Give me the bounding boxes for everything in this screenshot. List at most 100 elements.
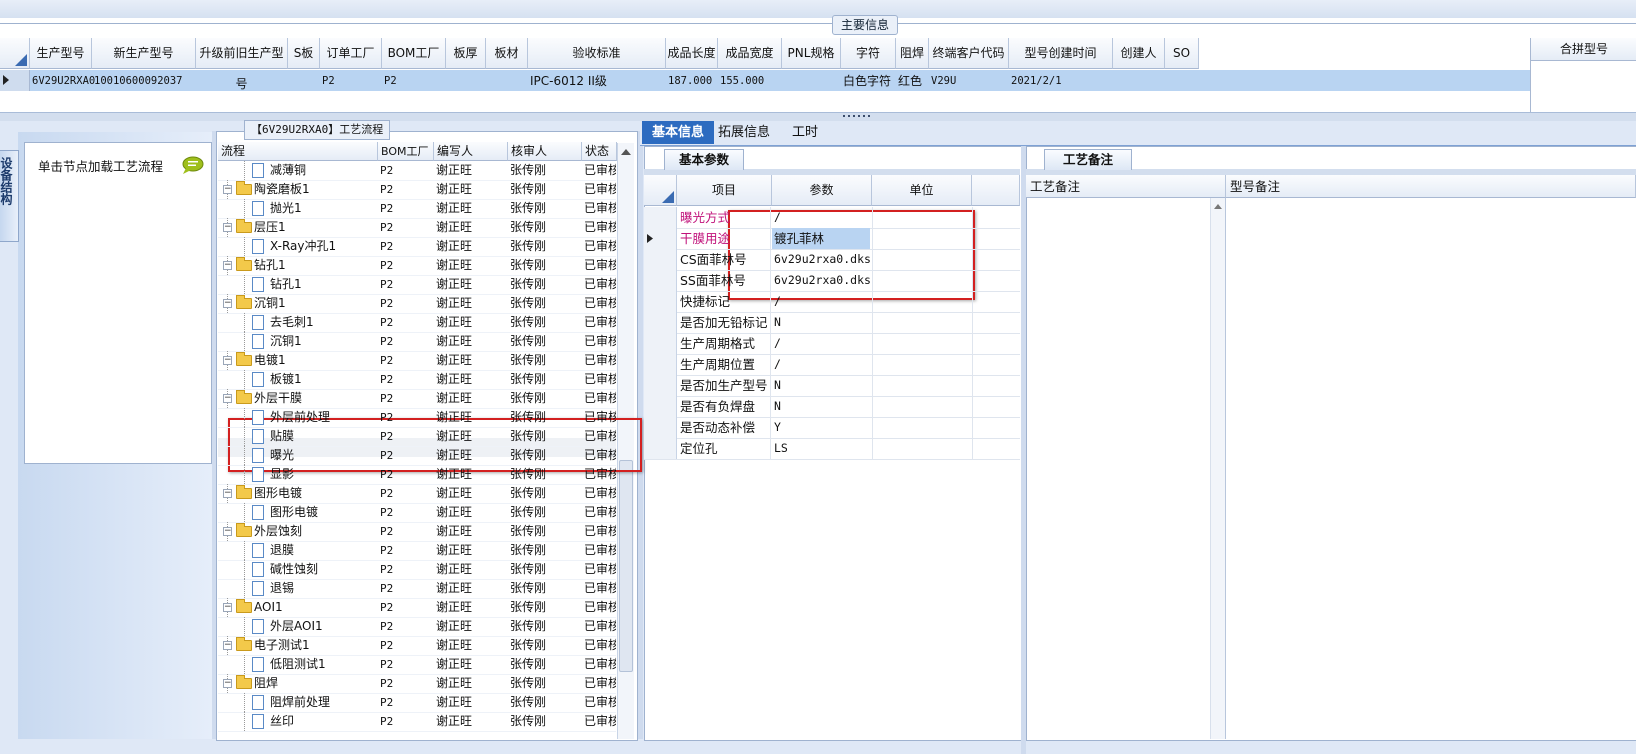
main-header-col[interactable]: 新生产型号: [92, 38, 196, 69]
collapse-toggle-icon[interactable]: −: [223, 527, 232, 536]
param-unit[interactable]: [872, 270, 970, 291]
param-unit[interactable]: [872, 375, 970, 396]
param-row[interactable]: 是否加无铅标记 N: [644, 312, 1020, 334]
tree-row[interactable]: 贴膜 P2 谢正旺 张传刚 已审核: [218, 427, 616, 447]
param-value[interactable]: /: [772, 354, 870, 375]
params-header-unit[interactable]: 单位: [872, 175, 972, 206]
param-unit[interactable]: [872, 249, 970, 270]
tree-header-bom-factory[interactable]: BOM工厂: [378, 142, 434, 161]
tree-row[interactable]: 碱性蚀刻 P2 谢正旺 张传刚 已审核: [218, 560, 616, 580]
tree-row[interactable]: − 层压1 P2 谢正旺 张传刚 已审核: [218, 218, 616, 238]
subtab-basic-params[interactable]: 基本参数: [664, 149, 745, 170]
main-header-col[interactable]: 升级前旧生产型号: [196, 38, 288, 91]
param-row[interactable]: 快捷标记 /: [644, 291, 1020, 313]
tree-row[interactable]: 丝印 P2 谢正旺 张传刚 已审核: [218, 712, 616, 732]
main-header-col[interactable]: 创建人: [1113, 38, 1165, 69]
param-value[interactable]: 6v29u2rxa0.dkst: [772, 249, 870, 270]
param-unit[interactable]: [872, 291, 970, 312]
tree-row[interactable]: 减薄铜 P2 谢正旺 张传刚 已审核: [218, 161, 616, 181]
param-unit[interactable]: [872, 354, 970, 375]
param-value[interactable]: LS: [772, 438, 870, 459]
param-value[interactable]: 6v29u2rxa0.dksb: [772, 270, 870, 291]
collapse-toggle-icon[interactable]: −: [223, 603, 232, 612]
param-value[interactable]: /: [772, 207, 870, 228]
tree-row[interactable]: 抛光1 P2 谢正旺 张传刚 已审核: [218, 199, 616, 219]
tree-row[interactable]: 曝光 P2 谢正旺 张传刚 已审核: [218, 446, 616, 466]
tree-row[interactable]: − 陶瓷磨板1 P2 谢正旺 张传刚 已审核: [218, 180, 616, 200]
tree-row[interactable]: − 外层蚀刻 P2 谢正旺 张传刚 已审核: [218, 522, 616, 542]
main-header-col[interactable]: BOM工厂: [382, 38, 446, 69]
main-header-col[interactable]: 板厚: [446, 38, 486, 69]
tree-row[interactable]: 显影 P2 谢正旺 张传刚 已审核: [218, 465, 616, 485]
tree-row[interactable]: − 外层干膜 P2 谢正旺 张传刚 已审核: [218, 389, 616, 409]
main-header-col[interactable]: PNL规格: [782, 38, 841, 69]
main-header-col[interactable]: 成品长度: [666, 38, 718, 69]
tree-row[interactable]: − 阻焊 P2 谢正旺 张传刚 已审核: [218, 674, 616, 694]
tree-row[interactable]: 外层前处理 P2 谢正旺 张传刚 已审核: [218, 408, 616, 428]
param-row[interactable]: 干膜用途 镀孔菲林: [644, 228, 1020, 250]
tree-row[interactable]: − AOI1 P2 谢正旺 张传刚 已审核: [218, 598, 616, 618]
main-cell[interactable]: 155.000: [718, 71, 842, 91]
collapse-toggle-icon[interactable]: −: [223, 299, 232, 308]
param-unit[interactable]: [872, 438, 970, 459]
tree-row[interactable]: 外层AOI1 P2 谢正旺 张传刚 已审核: [218, 617, 616, 637]
tree-row[interactable]: 钻孔1 P2 谢正旺 张传刚 已审核: [218, 275, 616, 295]
params-header-param[interactable]: 参数: [772, 175, 872, 206]
tree-row[interactable]: 低阻测试1 P2 谢正旺 张传刚 已审核: [218, 655, 616, 675]
tab-work-hours[interactable]: 工时: [782, 121, 828, 144]
main-header-col[interactable]: S板: [288, 38, 320, 69]
param-value[interactable]: /: [772, 291, 870, 312]
param-value[interactable]: N: [772, 375, 870, 396]
param-row[interactable]: CS面菲林号 6v29u2rxa0.dkst: [644, 249, 1020, 271]
collapse-toggle-icon[interactable]: −: [223, 185, 232, 194]
param-unit[interactable]: [872, 333, 970, 354]
collapse-toggle-icon[interactable]: −: [223, 261, 232, 270]
param-unit[interactable]: [872, 417, 970, 438]
param-row[interactable]: 定位孔 LS: [644, 438, 1020, 460]
tree-row[interactable]: 退膜 P2 谢正旺 张传刚 已审核: [218, 541, 616, 561]
main-header-col[interactable]: SO: [1165, 38, 1199, 69]
main-header-col[interactable]: 板材: [486, 38, 528, 69]
main-header-col[interactable]: 字符: [841, 38, 896, 69]
tree-row[interactable]: X-Ray冲孔1 P2 谢正旺 张传刚 已审核: [218, 237, 616, 257]
param-row[interactable]: SS面菲林号 6v29u2rxa0.dksb: [644, 270, 1020, 292]
tree-row[interactable]: 图形电镀 P2 谢正旺 张传刚 已审核: [218, 503, 616, 523]
collapse-toggle-icon[interactable]: −: [223, 489, 232, 498]
param-unit[interactable]: [872, 207, 970, 228]
param-value[interactable]: Y: [772, 417, 870, 438]
main-cell[interactable]: 2021/2/1: [1009, 71, 1173, 91]
main-header-col[interactable]: 验收标准: [528, 38, 666, 69]
param-row[interactable]: 是否加生产型号 N: [644, 375, 1020, 397]
main-header-col[interactable]: 生产型号: [30, 38, 92, 69]
main-header-col[interactable]: 成品宽度: [718, 38, 782, 69]
tree-row[interactable]: 退锡 P2 谢正旺 张传刚 已审核: [218, 579, 616, 599]
param-unit[interactable]: [872, 312, 970, 333]
main-cell[interactable]: 10010600092037: [92, 71, 256, 91]
tree-row[interactable]: 沉铜1 P2 谢正旺 张传刚 已审核: [218, 332, 616, 352]
tree-header-flow[interactable]: 流程: [218, 142, 378, 161]
vertical-tab-device-structure[interactable]: 设备结构: [0, 150, 19, 242]
tree-scroll-thumb[interactable]: [619, 460, 633, 672]
subtab-process-notes[interactable]: 工艺备注: [1044, 149, 1133, 170]
tree-row[interactable]: − 钻孔1 P2 谢正旺 张传刚 已审核: [218, 256, 616, 276]
tree-header-reviewer[interactable]: 核审人: [508, 142, 582, 161]
tab-basic-info[interactable]: 基本信息: [642, 121, 715, 144]
tree-header-author[interactable]: 编写人: [434, 142, 508, 161]
collapse-toggle-icon[interactable]: −: [223, 679, 232, 688]
param-unit[interactable]: [872, 396, 970, 417]
params-header-item[interactable]: 项目: [677, 175, 772, 206]
param-value[interactable]: N: [772, 312, 870, 333]
collapse-toggle-icon[interactable]: −: [223, 641, 232, 650]
tree-row[interactable]: − 沉铜1 P2 谢正旺 张传刚 已审核: [218, 294, 616, 314]
param-row[interactable]: 曝光方式 /: [644, 207, 1020, 229]
param-value[interactable]: /: [772, 333, 870, 354]
collapse-toggle-icon[interactable]: −: [223, 356, 232, 365]
tree-row[interactable]: − 电子测试1 P2 谢正旺 张传刚 已审核: [218, 636, 616, 656]
process-notes-scrollbar[interactable]: [1210, 198, 1225, 739]
main-header-col[interactable]: 订单工厂: [320, 38, 382, 69]
tree-row[interactable]: 阻焊前处理 P2 谢正旺 张传刚 已审核: [218, 693, 616, 713]
tree-row[interactable]: 板镀1 P2 谢正旺 张传刚 已审核: [218, 370, 616, 390]
tree-row[interactable]: − 电镀1 P2 谢正旺 张传刚 已审核: [218, 351, 616, 371]
param-unit[interactable]: [872, 228, 970, 249]
param-value[interactable]: 镀孔菲林: [772, 228, 870, 249]
